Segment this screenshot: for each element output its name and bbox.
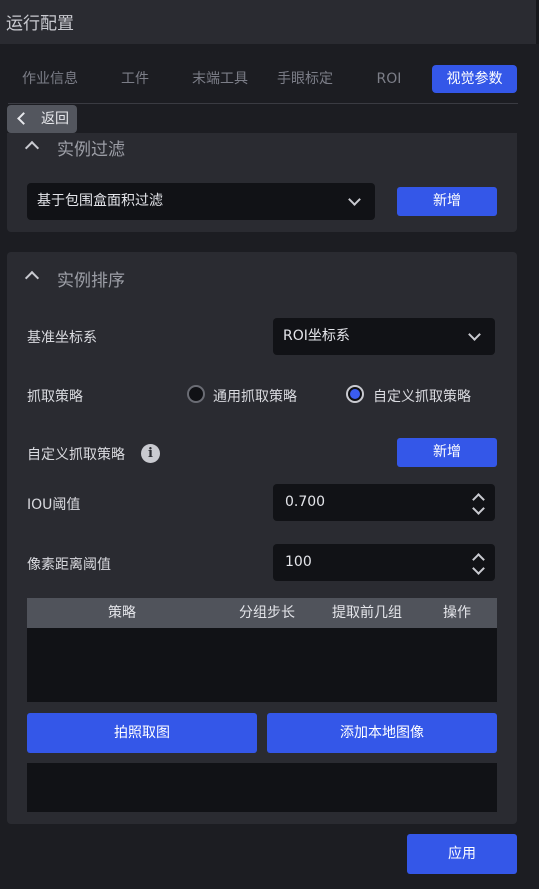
chevron-left-icon	[17, 112, 30, 125]
tab-bar: 作业信息 工件 末端工具 手眼标定 ROI 视觉参数	[6, 62, 518, 96]
add-filter-button[interactable]: 新增	[397, 187, 497, 216]
base-coord-select[interactable]: ROI坐标系	[273, 318, 495, 355]
custom-strategy-option-label[interactable]: 自定义抓取策略	[373, 386, 471, 406]
apply-button[interactable]: 应用	[407, 834, 517, 874]
instance-filter-panel: 实例过滤 基于包围盒面积过滤 新增	[7, 133, 517, 232]
radio-custom-strategy[interactable]	[346, 385, 364, 403]
column-strategy: 策略	[108, 605, 136, 621]
filter-type-value: 基于包围盒面积过滤	[37, 193, 163, 209]
collapse-chevron-icon[interactable]	[24, 140, 40, 156]
tab-end-tool[interactable]: 末端工具	[176, 65, 264, 93]
chevron-down-icon	[468, 328, 481, 341]
tab-hand-eye-calibration[interactable]: 手眼标定	[264, 65, 346, 93]
tab-divider	[8, 103, 518, 104]
collapse-chevron-icon[interactable]	[24, 270, 40, 286]
grab-strategy-label: 抓取策略	[27, 389, 83, 405]
add-custom-strategy-button[interactable]: 新增	[397, 438, 497, 467]
column-group-step: 分组步长	[239, 605, 295, 621]
iou-threshold-input[interactable]: 0.700	[273, 484, 495, 521]
strategy-table-header: 策略 分组步长 提取前几组 操作	[27, 598, 497, 628]
tab-workpiece[interactable]: 工件	[94, 65, 176, 93]
iou-threshold-label: IOU阈值	[27, 497, 81, 513]
strategy-table-body	[27, 628, 497, 702]
tab-job-info[interactable]: 作业信息	[6, 65, 94, 93]
info-icon[interactable]: i	[141, 444, 160, 463]
general-strategy-label[interactable]: 通用抓取策略	[213, 386, 297, 406]
image-preview-area	[27, 763, 497, 812]
back-button[interactable]: 返回	[7, 105, 77, 133]
radio-general-strategy[interactable]	[187, 385, 205, 403]
pixel-distance-label: 像素距离阈值	[27, 557, 111, 573]
iou-threshold-value: 0.700	[285, 494, 326, 510]
column-extract-top: 提取前几组	[332, 605, 402, 621]
add-local-image-button[interactable]: 添加本地图像	[267, 713, 497, 753]
filter-type-select[interactable]: 基于包围盒面积过滤	[27, 183, 375, 220]
back-button-label: 返回	[41, 111, 69, 127]
capture-image-button[interactable]: 拍照取图	[27, 713, 257, 753]
decrement-icon[interactable]	[472, 502, 485, 515]
tab-roi[interactable]: ROI	[346, 65, 432, 93]
instance-sort-panel: 实例排序 基准坐标系 ROI坐标系 抓取策略 通用抓取策略 自定义抓取策略 自定…	[7, 252, 517, 824]
pixel-distance-value: 100	[285, 554, 312, 570]
base-coord-value: ROI坐标系	[283, 328, 350, 344]
instance-sort-title: 实例排序	[57, 271, 125, 291]
custom-strategy-label: 自定义抓取策略	[27, 447, 125, 463]
base-coord-label: 基准坐标系	[27, 330, 97, 346]
window-title: 运行配置	[0, 0, 539, 44]
tab-vision-params[interactable]: 视觉参数	[432, 65, 517, 93]
instance-filter-title: 实例过滤	[57, 140, 125, 160]
chevron-down-icon	[348, 193, 361, 206]
decrement-icon[interactable]	[472, 562, 485, 575]
pixel-distance-input[interactable]: 100	[273, 544, 495, 581]
column-actions: 操作	[443, 605, 471, 621]
